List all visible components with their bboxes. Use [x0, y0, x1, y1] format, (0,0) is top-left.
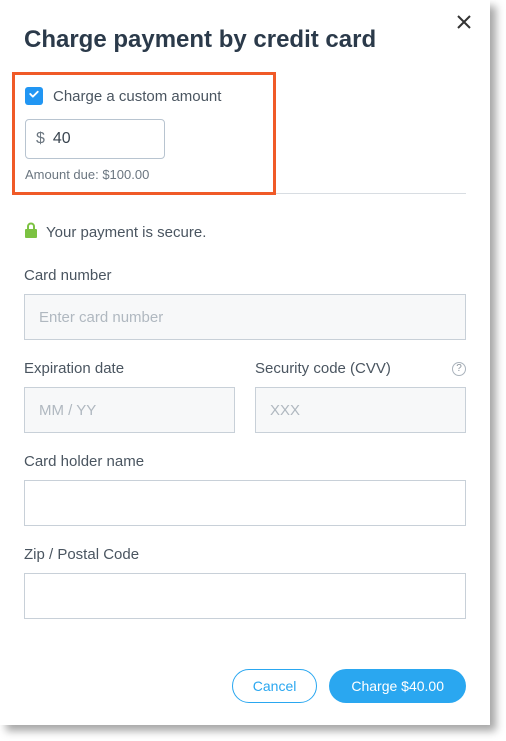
cvv-label: Security code (CVV): [255, 360, 391, 377]
payment-modal: Charge payment by credit card Charge a c…: [0, 0, 490, 725]
close-button[interactable]: [456, 14, 472, 34]
secure-text: Your payment is secure.: [46, 224, 206, 241]
amount-input-container: $: [25, 119, 165, 159]
card-number-label: Card number: [24, 267, 466, 284]
custom-amount-section: Charge a custom amount $ Amount due: $10…: [12, 72, 276, 195]
charge-button[interactable]: Charge $40.00: [329, 669, 466, 703]
expiration-group: Expiration date: [24, 360, 235, 433]
modal-footer: Cancel Charge $40.00: [232, 669, 466, 703]
secure-row: Your payment is secure.: [24, 222, 466, 243]
expiration-input[interactable]: [24, 387, 235, 433]
close-icon: [456, 13, 472, 35]
cvv-help-icon[interactable]: ?: [452, 362, 466, 376]
currency-symbol: $: [36, 130, 45, 148]
cvv-group: Security code (CVV) ?: [255, 360, 466, 433]
expiration-label: Expiration date: [24, 360, 235, 377]
zip-input[interactable]: [24, 573, 466, 619]
card-holder-input[interactable]: [24, 480, 466, 526]
card-holder-group: Card holder name: [24, 453, 466, 526]
lock-icon: [24, 222, 38, 243]
expiry-cvv-row: Expiration date Security code (CVV) ?: [24, 360, 466, 433]
card-holder-label: Card holder name: [24, 453, 466, 470]
amount-input[interactable]: [53, 130, 154, 148]
zip-label: Zip / Postal Code: [24, 546, 466, 563]
cancel-button[interactable]: Cancel: [232, 669, 318, 703]
card-number-group: Card number: [24, 267, 466, 340]
amount-due-text: Amount due: $100.00: [25, 167, 263, 182]
zip-group: Zip / Postal Code: [24, 546, 466, 619]
custom-amount-checkbox-row: Charge a custom amount: [25, 87, 263, 105]
check-icon: [28, 87, 40, 105]
modal-title: Charge payment by credit card: [24, 26, 466, 54]
card-number-input[interactable]: [24, 294, 466, 340]
cvv-input[interactable]: [255, 387, 466, 433]
custom-amount-label: Charge a custom amount: [53, 88, 221, 105]
custom-amount-checkbox[interactable]: [25, 87, 43, 105]
